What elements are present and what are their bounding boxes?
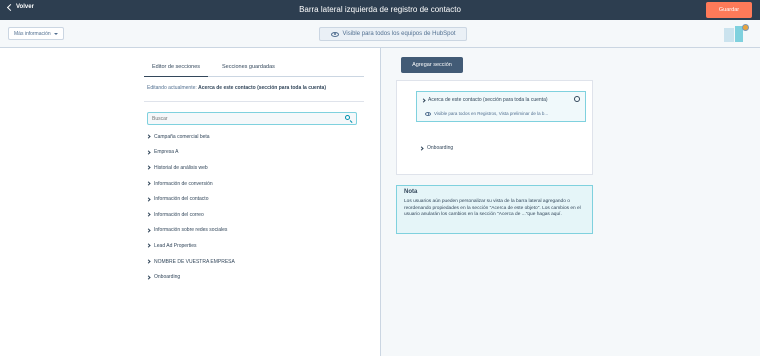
gear-icon[interactable] — [574, 96, 580, 102]
sidebar-preview-card: Acerca de este contacto (sección para to… — [396, 80, 593, 175]
section-item-empresa-a[interactable]: Empresa A — [146, 145, 357, 161]
selected-section[interactable]: Acerca de este contacto (sección para to… — [416, 91, 586, 122]
section-item-campana-comercial-beta[interactable]: Campaña comercial beta — [146, 129, 357, 145]
chevron-right-icon — [146, 243, 151, 249]
editing-prefix: Editando actualmente: — [147, 85, 197, 91]
visibility-label: Visible para todos los equipos de HubSpo… — [342, 31, 456, 37]
chevron-right-icon — [421, 97, 426, 103]
editing-value: Acerca de este contacto (sección para to… — [198, 85, 326, 91]
section-item-label: Información del correo — [154, 211, 204, 218]
section-item-label: Información de conversión — [154, 180, 213, 187]
caret-down-icon — [53, 32, 58, 35]
chevron-right-icon — [146, 228, 151, 233]
save-button[interactable]: Guardar — [706, 2, 752, 18]
search-box — [147, 112, 357, 125]
selected-section-header[interactable]: Acerca de este contacto (sección para to… — [421, 97, 548, 103]
section-item-label: Información sobre redes sociales — [154, 227, 228, 234]
page-title: Barra lateral izquierda de registro de c… — [299, 5, 461, 14]
chevron-right-icon — [146, 181, 151, 186]
chevron-right-icon — [146, 134, 151, 139]
avatar — [742, 24, 749, 31]
tab-section-editor[interactable]: Editor de secciones — [144, 61, 208, 77]
section-item-informacion-conversion[interactable]: Información de conversión — [146, 176, 357, 192]
divider — [144, 101, 364, 102]
section-onboarding[interactable]: Onboarding — [419, 145, 454, 151]
section-item-label: Empresa A — [154, 149, 179, 156]
section-onboarding-label: Onboarding — [427, 145, 454, 151]
visibility-text: Visible para todos en Registros, Vista p… — [434, 111, 549, 116]
tab-saved-sections[interactable]: Secciones guardadas — [214, 61, 283, 77]
search-icon[interactable] — [345, 115, 353, 123]
chevron-right-icon — [146, 259, 151, 264]
eye-icon — [425, 111, 431, 116]
chevron-right-icon — [146, 212, 151, 217]
editing-status: Editando actualmente: Acerca de este con… — [147, 85, 326, 91]
top-bar: Volver Barra lateral izquierda de regist… — [0, 0, 760, 20]
chevron-right-icon — [419, 145, 424, 151]
section-item-label: Onboarding — [154, 274, 181, 281]
more-info-dropdown[interactable]: Más información — [8, 27, 64, 40]
chevron-right-icon — [146, 165, 151, 171]
section-editor-panel: Editor de secciones Secciones guardadas … — [0, 48, 380, 356]
selected-section-visibility: Visible para todos en Registros, Vista p… — [425, 111, 548, 116]
add-section-button[interactable]: Agregar sección — [401, 57, 463, 73]
note-body: Los usuarios aún pueden personalizar su … — [404, 199, 581, 218]
visibility-pill[interactable]: Visible para todos los equipos de HubSpo… — [319, 27, 467, 41]
section-item-historial-analisis-web[interactable]: Historial de análisis web — [146, 160, 357, 176]
section-item-informacion-correo[interactable]: Información del correo — [146, 207, 357, 223]
note-title: Nota — [404, 189, 418, 195]
section-item-label: Campaña comercial beta — [154, 133, 210, 140]
section-item-lead-ad-properties[interactable]: Lead Ad Properties — [146, 238, 357, 254]
chevron-right-icon — [146, 150, 151, 155]
selected-section-title: Acerca de este contacto (sección para to… — [428, 97, 548, 103]
toolbar: Más información Visible para todos los e… — [0, 20, 760, 48]
section-item-label: NOMBRE DE VUESTRA EMPRESA — [154, 258, 235, 265]
chevron-right-icon — [146, 197, 151, 202]
section-list: Campaña comercial beta Empresa A Histori… — [146, 129, 357, 285]
section-item-nombre-empresa[interactable]: NOMBRE DE VUESTRA EMPRESA — [146, 254, 357, 270]
section-item-label: Historial de análisis web — [154, 164, 208, 171]
eye-icon — [330, 31, 339, 37]
section-item-onboarding[interactable]: Onboarding — [146, 269, 357, 285]
note-box: Nota Los usuarios aún pueden personaliza… — [396, 185, 593, 234]
chevron-right-icon — [146, 275, 151, 280]
sidebar-preview-panel: Agregar sección Acerca de este contacto … — [381, 48, 760, 356]
section-item-informacion-contacto[interactable]: Información del contacto — [146, 191, 357, 207]
tab-bar: Editor de secciones Secciones guardadas — [144, 61, 364, 77]
section-item-redes-sociales[interactable]: Información sobre redes sociales — [146, 223, 357, 239]
preview-card-icon — [724, 28, 734, 42]
search-input[interactable] — [152, 115, 332, 123]
section-item-label: Información del contacto — [154, 196, 209, 203]
more-info-label: Más información — [14, 30, 51, 37]
preview-thumbnail[interactable] — [724, 24, 749, 44]
section-item-label: Lead Ad Properties — [154, 242, 197, 249]
